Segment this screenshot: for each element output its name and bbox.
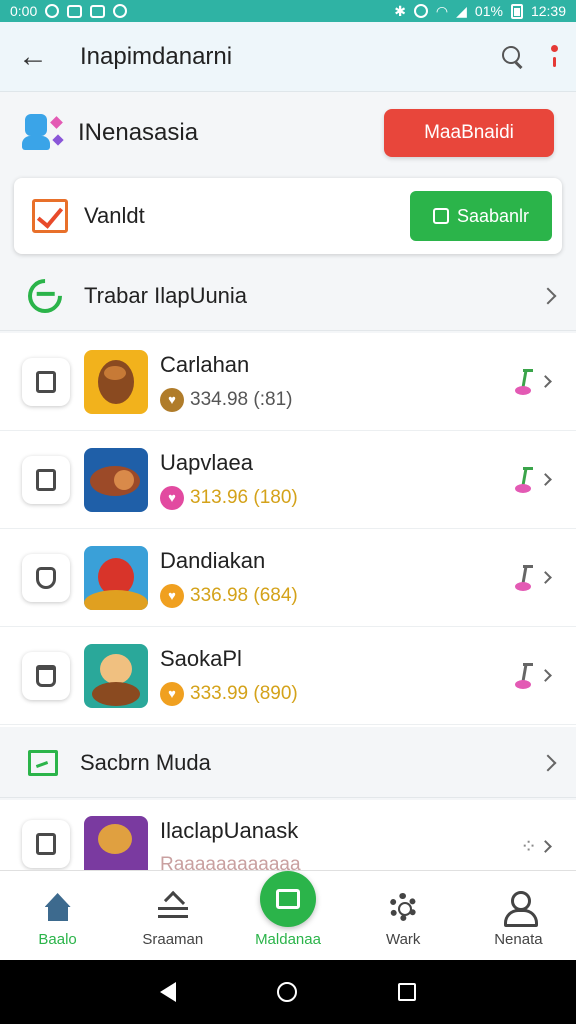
list-item[interactable]: Dandiakan ♥ 336.98 (684): [0, 529, 576, 627]
system-back-icon[interactable]: [160, 982, 177, 1002]
status-time-right: 12:39: [530, 3, 566, 19]
nav-label: Maldanaa: [255, 931, 321, 948]
item-title: Uapvlaea: [160, 449, 253, 475]
game-thumbnail: [84, 349, 148, 414]
battery-percent: 01%: [474, 3, 503, 19]
nav-sliders[interactable]: Sraaman: [115, 871, 230, 960]
avatar-icon: [22, 112, 64, 154]
chevron-right-icon: [539, 287, 557, 304]
checkbox-icon[interactable]: [32, 199, 68, 233]
item-title: SaokaPl: [160, 645, 242, 671]
arrow-left-icon[interactable]: ←: [18, 40, 58, 74]
chevron-right-icon: [539, 754, 557, 771]
item-list: Carlahan ♥ 334.98 (:81) Uapvlaea ♥ 313.9…: [0, 333, 576, 727]
status-time-left: 0:00: [10, 3, 38, 19]
section-1-label: Trabar IlapUunia: [84, 282, 248, 308]
system-navigation: [0, 960, 576, 1024]
status-bar: 0:00 ✱ ◠ ◢ 01% 12:39: [0, 0, 576, 22]
nav-home[interactable]: Baalo: [0, 871, 115, 960]
list-item-partial[interactable]: IlaclapUanask Raaaaaaaaaaaa ⁘: [0, 800, 576, 872]
list-item[interactable]: Carlahan ♥ 334.98 (:81): [0, 333, 576, 431]
shield-icon: [90, 4, 106, 18]
image-icon: [67, 4, 83, 18]
flask-icon: [22, 651, 70, 700]
item-title: IlaclapUanask: [160, 818, 299, 843]
battery-icon: [510, 3, 523, 19]
nav-work[interactable]: Wark: [346, 871, 461, 960]
person-icon: [503, 891, 539, 927]
nav-label: Baalo: [38, 931, 77, 948]
music-note-icon[interactable]: [513, 661, 537, 691]
fab-icon[interactable]: [260, 871, 316, 927]
home-outline-icon: [22, 820, 70, 868]
heart-badge-icon: ♥: [160, 583, 184, 608]
music-note-icon[interactable]: [513, 563, 537, 593]
game-thumbnail: [84, 816, 148, 872]
item-price: 313.96 (180): [190, 486, 298, 508]
gear-icon: [389, 893, 418, 921]
game-thumbnail: [84, 643, 148, 708]
shield-icon: [22, 553, 70, 602]
green-button-label: Saabanlr: [456, 205, 530, 226]
list-item[interactable]: Uapvlaea ♥ 313.96 (180): [0, 431, 576, 529]
chat-icon: [113, 4, 128, 18]
game-thumbnail: [84, 447, 148, 512]
validation-card: Vanldt Saabanlr: [14, 178, 562, 254]
account-name: INenasasia: [78, 119, 199, 146]
section-row-2[interactable]: Sacbrn Muda: [0, 728, 576, 798]
item-price: 336.98 (684): [190, 584, 298, 606]
signal-icon: ◢: [456, 2, 467, 19]
more-icon[interactable]: [550, 44, 558, 69]
list-item[interactable]: SaokaPl ♥ 333.99 (890): [0, 627, 576, 725]
item-title: Dandiakan: [160, 547, 266, 573]
app-bar: ← Inapimdanarni: [0, 22, 576, 92]
calendar-icon: [22, 455, 70, 504]
item-title: Carlahan: [160, 351, 250, 377]
nav-center-fab[interactable]: Maldanaa: [230, 871, 345, 960]
chevron-right-icon: [539, 840, 552, 853]
search-icon[interactable]: [502, 45, 524, 68]
board-icon: [28, 749, 58, 776]
heart-badge-icon: ♥: [160, 485, 184, 510]
item-price: 333.99 (890): [190, 682, 298, 704]
system-home-icon[interactable]: [276, 982, 297, 1002]
section-2-label: Sacbrn Muda: [80, 749, 211, 775]
loading-icon: ⁘: [520, 836, 537, 858]
home-icon: [43, 893, 73, 921]
search-box-icon: [432, 208, 449, 224]
chevron-right-icon: [539, 571, 552, 584]
game-thumbnail: [84, 545, 148, 610]
heart-badge-icon: ♥: [160, 387, 184, 412]
nav-label: Sraaman: [142, 931, 204, 948]
bluetooth-icon: ✱: [394, 2, 406, 19]
card-label: Vanldt: [84, 203, 145, 228]
item-price: 334.98 (:81): [190, 388, 293, 410]
nav-label: Nenata: [494, 931, 543, 948]
chevron-right-icon: [539, 669, 552, 682]
chevron-right-icon: [539, 375, 552, 388]
bag-icon: [22, 357, 70, 406]
chevron-right-icon: [539, 473, 552, 486]
refresh-icon: [20, 271, 70, 320]
notification-icon: [45, 4, 60, 18]
green-action-button[interactable]: Saabanlr: [410, 191, 552, 241]
music-note-icon[interactable]: [513, 465, 537, 495]
sliders-icon: [157, 893, 188, 921]
wifi-icon: ◠: [435, 2, 449, 19]
account-row: INenasasia MaaBnaidi: [0, 95, 576, 171]
bottom-navigation: Baalo Sraaman Maldanaa Wark Nenata: [0, 870, 576, 960]
system-recents-icon[interactable]: [397, 983, 416, 1001]
alarm-icon: [413, 4, 428, 18]
page-title: Inapimdanarni: [80, 42, 233, 70]
section-row-1[interactable]: Trabar IlapUunia: [0, 261, 576, 331]
music-note-icon[interactable]: [513, 367, 537, 397]
nav-profile[interactable]: Nenata: [461, 871, 576, 960]
nav-label: Wark: [385, 931, 421, 948]
primary-red-button[interactable]: MaaBnaidi: [384, 109, 554, 157]
heart-badge-icon: ♥: [160, 681, 184, 706]
